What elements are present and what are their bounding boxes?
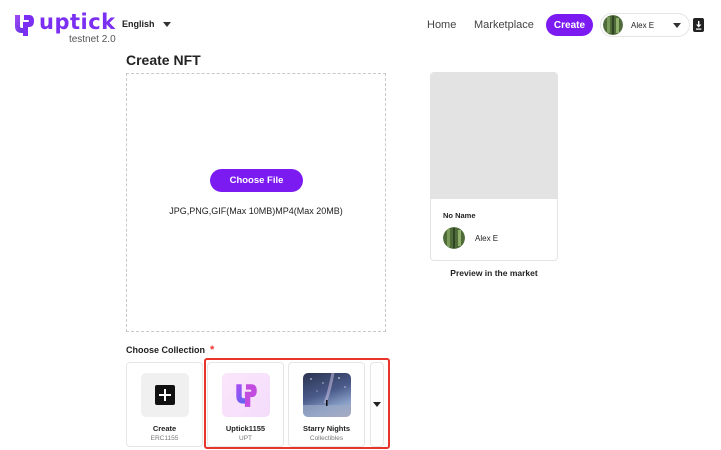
chevron-down-icon	[162, 21, 171, 27]
preview-nft-name: No Name	[443, 211, 476, 220]
preview-image-placeholder	[431, 73, 557, 199]
plus-icon	[155, 385, 175, 405]
nav-home[interactable]: Home	[427, 19, 456, 31]
avatar	[603, 15, 623, 35]
collection-card-create[interactable]: Create ERC1155	[126, 362, 203, 447]
preview-owner-name: Alex E	[475, 233, 499, 243]
user-menu[interactable]: Alex E	[600, 13, 690, 37]
user-name: Alex E	[631, 20, 655, 30]
language-label: English	[122, 19, 155, 29]
logo[interactable]: uptick testnet 2.0	[12, 12, 116, 45]
collection-name: Create	[152, 424, 177, 433]
download-app-icon[interactable]	[693, 18, 704, 32]
uptick-logo-icon	[236, 384, 257, 407]
starry-night-image-art	[303, 373, 351, 417]
collection-type: ERC1155	[150, 435, 179, 442]
chevron-down-icon	[373, 402, 381, 407]
uptick-logo-icon	[15, 15, 34, 36]
collection-type: UPT	[239, 435, 252, 442]
collection-card-starry-nights[interactable]: Starry Nights Collectibles	[288, 362, 365, 447]
create-collection-thumb	[141, 373, 189, 417]
file-format-hint: JPG,PNG,GIF(Max 10MB)MP4(Max 20MB)	[169, 206, 343, 216]
logo-wordmark: uptick	[39, 10, 116, 34]
preview-owner: Alex E	[443, 227, 498, 249]
starry-night-image	[303, 373, 351, 417]
network-label: testnet 2.0	[68, 34, 116, 45]
uptick-collection-thumb	[222, 373, 270, 417]
collection-name: Uptick1155	[225, 424, 266, 433]
collection-card-uptick1155[interactable]: Uptick1155 UPT	[207, 362, 284, 447]
avatar	[443, 227, 465, 249]
page-title: Create NFT	[126, 52, 201, 68]
chevron-down-icon	[673, 22, 681, 28]
language-selector[interactable]: English	[122, 19, 171, 29]
collection-label-text: Choose Collection	[126, 345, 206, 355]
collection-name: Starry Nights	[302, 424, 351, 433]
create-button[interactable]: Create	[546, 14, 593, 36]
nav-marketplace[interactable]: Marketplace	[474, 19, 534, 31]
choose-file-button[interactable]: Choose File	[210, 169, 303, 192]
collection-type: Collectibles	[309, 435, 344, 442]
upload-dropzone[interactable]: Choose File JPG,PNG,GIF(Max 10MB)MP4(Max…	[126, 73, 386, 332]
more-collections-toggle[interactable]	[370, 362, 384, 447]
required-mark: *	[210, 344, 215, 356]
choose-collection-label: Choose Collection *	[126, 344, 214, 356]
preview-caption: Preview in the market	[450, 268, 538, 278]
preview-card: No Name Alex E	[430, 72, 558, 261]
